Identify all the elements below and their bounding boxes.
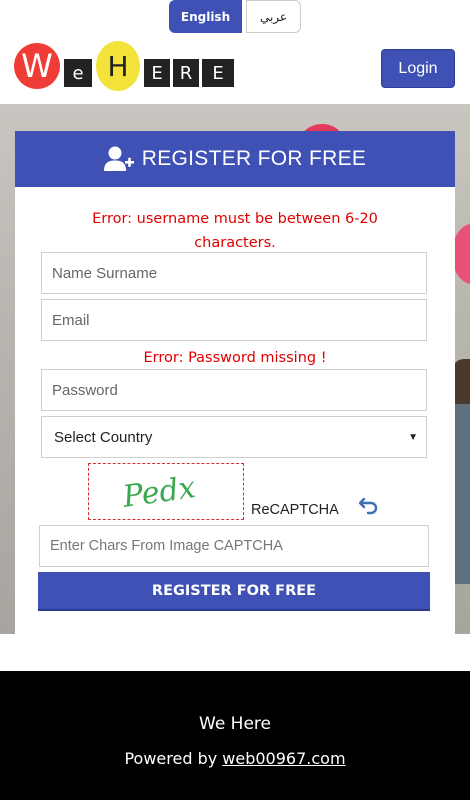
powered-prefix: Powered by xyxy=(124,749,223,768)
logo-letter: E xyxy=(202,59,234,87)
logo-letter: R xyxy=(173,59,199,87)
captcha-text: Pedx xyxy=(120,470,198,515)
username-error: Error: username must be between 6-20 cha… xyxy=(92,211,378,251)
panel-header: REGISTER FOR FREE xyxy=(15,131,455,187)
user-plus-icon xyxy=(103,145,134,173)
caret-down-icon: ▼ xyxy=(408,431,418,443)
captcha-image: Pedx xyxy=(88,463,244,520)
login-button[interactable]: Login xyxy=(381,49,455,88)
footer: We Here Powered by web00967.com xyxy=(0,671,470,800)
logo-letter: H xyxy=(96,41,140,91)
site-logo[interactable]: W e H E R E xyxy=(14,41,244,91)
language-switcher: English عربي xyxy=(169,0,301,33)
password-input[interactable] xyxy=(41,369,427,411)
logo-letter: W xyxy=(14,43,60,89)
register-panel: REGISTER FOR FREE Error: username must b… xyxy=(15,131,455,634)
country-select[interactable]: Select Country ▼ xyxy=(41,416,427,458)
panel-title: REGISTER FOR FREE xyxy=(141,147,367,170)
email-input[interactable] xyxy=(41,299,427,341)
footer-title: We Here xyxy=(199,714,271,734)
background-person xyxy=(455,404,470,584)
footer-powered-by: Powered by web00967.com xyxy=(0,749,470,768)
name-input[interactable] xyxy=(41,252,427,294)
refresh-icon[interactable] xyxy=(358,495,380,515)
password-error: Error: Password missing ! xyxy=(143,350,327,366)
recaptcha-label: ReCAPTCHA xyxy=(251,502,339,518)
logo-letter: E xyxy=(144,59,170,87)
powered-link[interactable]: web00967.com xyxy=(222,749,345,768)
arabic-button[interactable]: عربي xyxy=(246,0,301,33)
captcha-input[interactable] xyxy=(39,525,429,567)
logo-letter: e xyxy=(64,59,92,87)
register-button[interactable]: REGISTER FOR FREE xyxy=(38,572,430,611)
english-button[interactable]: English xyxy=(169,0,242,33)
country-select-value: Select Country xyxy=(54,428,153,446)
